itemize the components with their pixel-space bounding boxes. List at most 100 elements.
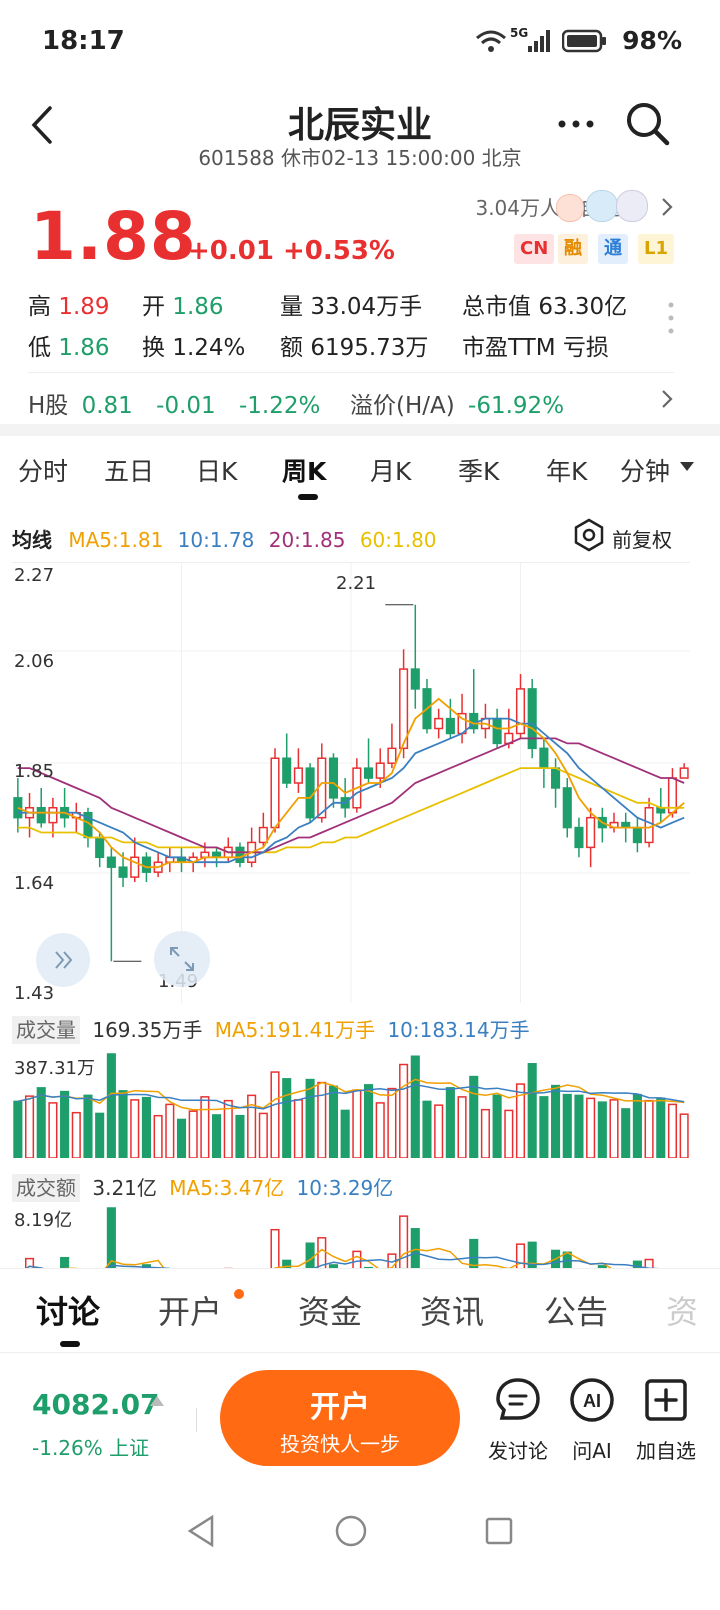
more-icon[interactable] [556,118,596,130]
nav-home-icon[interactable] [334,1514,368,1548]
stat-high-label: 高 [28,294,51,320]
volume-ma5: MA5:191.41万手 [214,1018,376,1042]
tab-intraday[interactable]: 分时 [18,452,68,488]
candle-body [445,717,455,735]
candle-body [492,717,502,745]
tab-news[interactable]: 资讯 [420,1287,484,1333]
double-chevron-icon [55,951,73,969]
open-account-sub: 投资快人一步 [280,1432,400,1456]
candle-body [235,846,245,863]
volume-bar [387,1087,397,1159]
tab-minute[interactable]: 分钟 [620,452,670,488]
search-icon[interactable] [624,100,672,148]
volume-value: 169.35万手 [92,1018,203,1042]
y-tick: 1.85 [14,761,55,782]
volume-bar [60,1256,70,1268]
status-bar: 18:17 5G 98% [0,0,720,86]
ma10-line [17,1083,685,1110]
volume-bar [176,1118,187,1159]
tab-yearly[interactable]: 年K [546,452,587,488]
kline-svg [12,563,690,1003]
volume-bar [597,1101,607,1159]
index-name: 上证 [109,1436,150,1460]
open-account-button[interactable]: 开户 投资快人一步 [220,1370,460,1466]
index-value[interactable]: 4082.07 [32,1388,160,1421]
ma20-value: 20:1.85 [268,528,346,552]
volume-bar [83,1094,93,1159]
tab-monthly[interactable]: 月K [370,452,411,488]
tab-quarterly[interactable]: 季K [458,452,499,488]
tab-more[interactable]: 资 [666,1287,698,1333]
candle-body [118,866,128,878]
divider [28,372,674,373]
candle-body [363,767,374,779]
volume-bar [305,1242,315,1268]
nav-recents-icon[interactable] [484,1516,514,1546]
stat-pe: 市盈TTM 亏损 [462,328,682,362]
ask-ai-button[interactable]: AI 问AI [552,1376,632,1464]
candle-body [527,688,537,750]
volume-bar [24,1095,35,1159]
volume-bar [644,1258,654,1268]
volume-label[interactable]: 成交量 [12,1016,80,1044]
candle-body [410,668,420,690]
post-discussion-label: 发讨论 [488,1439,548,1463]
volume-bar [106,1053,116,1159]
amount-label[interactable]: 成交额 [12,1174,80,1202]
volume-bar [539,1096,549,1159]
tab-weekly[interactable]: 周K [282,452,326,488]
expand-dots-icon[interactable] [666,300,676,340]
settings-hex-icon[interactable] [572,518,606,552]
avatar [586,190,618,222]
volume-bar [399,1063,409,1159]
adjust-mode[interactable]: 前复权 [612,524,672,553]
volume-bar [527,1063,537,1159]
ma-legend: 均线 MA5:1.81 10:1.78 20:1.85 60:1.80 [12,524,437,553]
volume-bar [667,1103,678,1159]
ma10-value: 10:1.78 [177,528,255,552]
ma5-value: MA5:1.81 [68,528,164,552]
nav-back-icon[interactable] [186,1514,216,1548]
tab-open-account[interactable]: 开户 [158,1287,222,1333]
caret-down-icon[interactable] [680,462,694,472]
candle-body [574,826,584,849]
kline-chart[interactable]: 2.27 2.06 1.85 1.64 1.43 2.21 1.49 [12,562,690,1004]
volume-bar [200,1096,210,1159]
content-tabs: 讨论 开户 资金 资讯 公告 资 [0,1268,720,1349]
tab-five-day[interactable]: 五日 [104,452,154,488]
volume-bar [422,1100,432,1159]
volume-bar [36,1087,46,1159]
candle-body [434,717,444,730]
premium: 溢价(H/A) -61.92% [350,386,564,420]
volume-bar [410,1055,420,1159]
y-tick: 1.64 [14,873,55,894]
badge-l1: L1 [638,234,674,264]
tab-funds[interactable]: 资金 [298,1287,362,1333]
stat-turnover-label: 换 [142,335,165,361]
amount-value: 3.21亿 [92,1176,157,1200]
volume-bar [130,1099,140,1159]
candle-body [95,836,105,859]
fullscreen-button[interactable] [154,931,210,987]
chevron-right-icon[interactable] [660,196,674,218]
add-watchlist-button[interactable]: 加自选 [626,1376,706,1464]
tab-announcements[interactable]: 公告 [544,1287,608,1333]
tab-daily[interactable]: 日K [196,452,237,488]
h-share-row[interactable]: H股 0.81 -0.01 -1.22% [28,386,320,420]
chevron-right-icon[interactable] [660,388,674,410]
battery-percent: 98% [622,26,682,55]
volume-bar [48,1102,58,1159]
candle-body [387,747,397,764]
candle-body [36,807,46,824]
amount-ma10: 10:3.29亿 [296,1176,394,1200]
candle-body [258,826,268,844]
volume-bar [328,1085,339,1159]
volume-bar [562,1093,572,1159]
expand-left-button[interactable] [36,933,90,987]
post-discussion-button[interactable]: 发讨论 [478,1376,558,1464]
volume-bar [317,1237,327,1268]
page-title: 北辰实业 [287,105,432,146]
volume-bar [95,1112,105,1159]
max-price-label: 2.21 [336,573,377,594]
tab-discussion[interactable]: 讨论 [36,1287,100,1333]
